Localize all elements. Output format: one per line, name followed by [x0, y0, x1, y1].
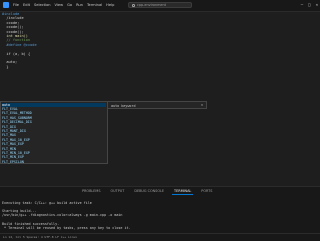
- window-controls: — □ ✕: [301, 2, 318, 8]
- command-center-search[interactable]: cpp-environment: [128, 2, 192, 8]
- panel-tab-terminal[interactable]: TERMINAL: [172, 189, 194, 195]
- terminal-line: Executing task: C/C++: g++ build active …: [2, 201, 92, 206]
- status-bar: Ln 14, Col 5 Spaces: 4 UTF-8 LF C++ Linu…: [0, 233, 320, 240]
- code-line: ccode();: [2, 29, 24, 34]
- menu-terminal[interactable]: Terminal: [87, 2, 102, 8]
- code-line: }: [2, 64, 9, 69]
- code-line: ccode;: [2, 20, 20, 25]
- suggest-details: auto keyword ✕: [107, 101, 207, 109]
- code-line: #include: [2, 12, 20, 16]
- search-icon: [132, 4, 135, 7]
- terminal-line: * Terminal will be reused by tasks, pres…: [2, 225, 131, 230]
- suggest-widget[interactable]: auto FLT_EVAL FLT_EVAL_METHOD FLT_HAS_SUBNO…: [0, 101, 108, 164]
- menu-view[interactable]: View: [55, 2, 64, 8]
- panel-tab-debug-console[interactable]: DEBUG CONSOLE: [132, 189, 166, 195]
- panel-tab-output[interactable]: OUTPUT: [109, 189, 127, 195]
- close-icon[interactable]: ✕: [201, 103, 203, 107]
- menu-help[interactable]: Help: [106, 2, 114, 8]
- panel-tabs: PROBLEMS OUTPUT DEBUG CONSOLE TERMINAL PORTS: [80, 189, 214, 195]
- vscode-logo-icon: [3, 2, 9, 8]
- title-bar: File Edit Selection View Go Run Terminal…: [0, 0, 320, 12]
- code-line: int main(): [2, 34, 28, 38]
- maximize-button[interactable]: □: [308, 2, 310, 8]
- code-line: #define @ccode: [2, 42, 37, 47]
- code-line: auto;: [2, 60, 18, 65]
- suggest-detail-text: auto keyword: [111, 103, 136, 108]
- menu-go[interactable]: Go: [67, 2, 72, 8]
- command-center-text: cpp-environment: [137, 3, 166, 7]
- suggest-item[interactable]: FLT_EPSILON: [2, 160, 106, 165]
- status-text: Ln 14, Col 5 Spaces: 4 UTF-8 LF C++ Linu…: [3, 234, 78, 239]
- panel-tab-ports[interactable]: PORTS: [199, 189, 214, 195]
- menu-selection[interactable]: Selection: [34, 2, 51, 8]
- minimize-button[interactable]: —: [301, 2, 303, 8]
- code-line: ccode();: [2, 25, 24, 30]
- menu-file[interactable]: File: [13, 2, 19, 8]
- code-line: // function: [2, 38, 31, 43]
- panel-tab-problems[interactable]: PROBLEMS: [80, 189, 103, 195]
- menu-bar: File Edit Selection View Go Run Terminal…: [3, 2, 114, 8]
- menu-edit[interactable]: Edit: [23, 2, 30, 8]
- terminal-line: /usr/bin/g++ -fdiagnostics-color=always …: [2, 213, 123, 218]
- code-line: /include: [2, 16, 24, 21]
- menu-run[interactable]: Run: [76, 2, 83, 8]
- close-button[interactable]: ✕: [316, 2, 318, 8]
- code-line: if (a, b) {: [2, 51, 31, 56]
